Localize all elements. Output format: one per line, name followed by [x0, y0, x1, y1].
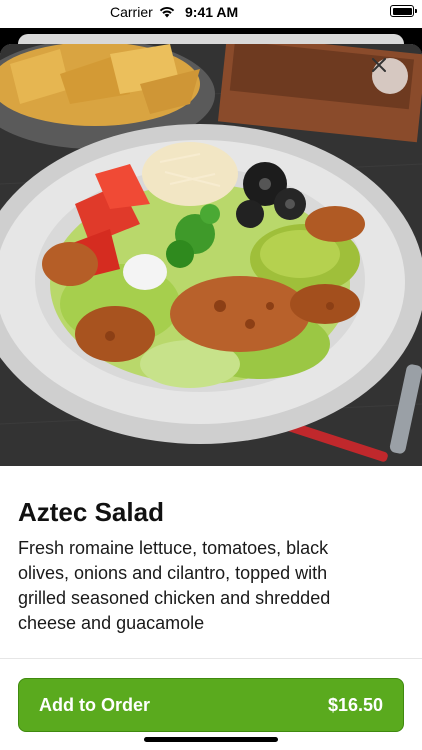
item-detail-sheet: Aztec Salad Fresh romaine lettuce, tomat… [0, 44, 422, 750]
item-title: Aztec Salad [18, 497, 164, 527]
clock: 9:41 AM [185, 4, 239, 20]
close-button[interactable] [372, 58, 408, 94]
status-bar: Carrier 9:41 AM [0, 0, 422, 28]
screen: Carrier 9:41 AM Aztec Salad Fresh romain… [0, 0, 422, 750]
item-details: Aztec Salad Fresh romaine lettuce, tomat… [0, 466, 422, 636]
battery-icon [390, 5, 417, 17]
wifi-icon [159, 6, 175, 18]
salad-plate-illustration [0, 44, 422, 466]
add-to-order-label: Add to Order [39, 694, 150, 715]
add-to-order-button[interactable]: Add to Order $16.50 [18, 678, 404, 732]
home-indicator [144, 737, 278, 742]
carrier-label: Carrier [110, 4, 153, 20]
price-label: $16.50 [327, 694, 383, 715]
item-description: Fresh romaine lettuce, tomatoes, black o… [18, 538, 331, 633]
item-photo [0, 44, 422, 466]
divider [0, 658, 422, 659]
close-icon [372, 58, 386, 72]
